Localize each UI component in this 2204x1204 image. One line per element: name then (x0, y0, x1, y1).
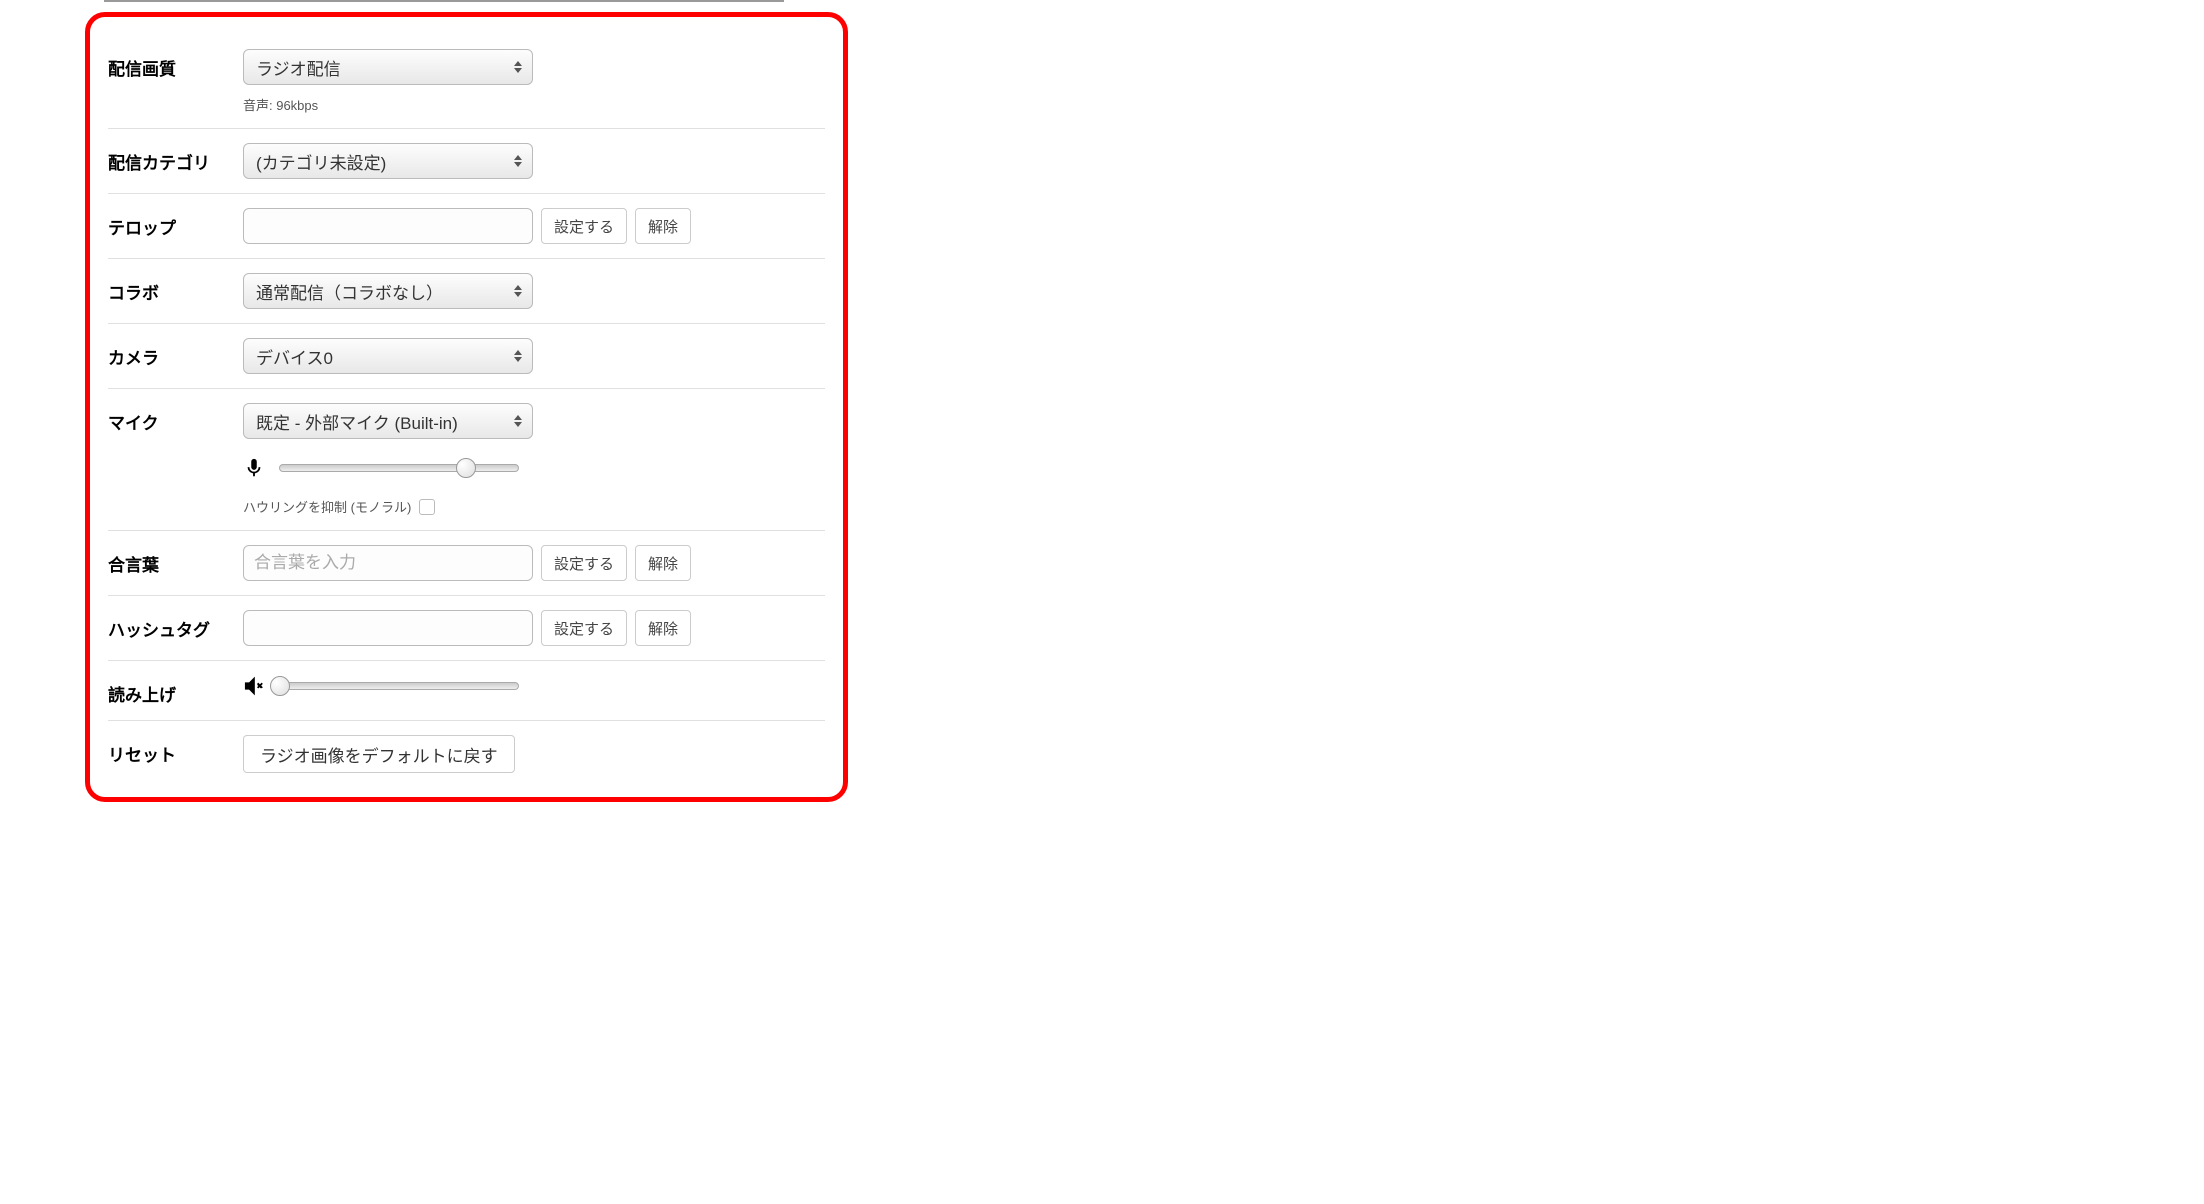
quality-label: 配信画質 (108, 49, 243, 80)
mic-select-value: 既定 - 外部マイク (Built-in) (256, 409, 458, 434)
divider-above (104, 0, 784, 2)
hashtag-clear-button[interactable]: 解除 (635, 610, 691, 646)
collab-select[interactable]: 通常配信（コラボなし） (243, 273, 533, 309)
camera-select-value: デバイス0 (256, 344, 333, 369)
hashtag-label: ハッシュタグ (108, 610, 243, 641)
row-password: 合言葉 設定する 解除 (108, 531, 825, 596)
mic-slider-thumb[interactable] (456, 458, 476, 478)
row-collab: コラボ 通常配信（コラボなし） (108, 259, 825, 324)
howling-suppression-label: ハウリングを抑制 (モノラル) (243, 497, 411, 516)
reset-radio-image-button[interactable]: ラジオ画像をデフォルトに戻す (243, 735, 515, 773)
readout-volume-slider[interactable] (279, 682, 519, 690)
collab-label: コラボ (108, 273, 243, 304)
quality-subtext: 音声: 96kbps (243, 95, 825, 114)
password-label: 合言葉 (108, 545, 243, 576)
readout-slider-thumb[interactable] (270, 676, 290, 696)
row-readout: 読み上げ (108, 661, 825, 721)
password-set-button[interactable]: 設定する (541, 545, 627, 581)
collab-select-value: 通常配信（コラボなし） (256, 279, 443, 304)
category-select-value: (カテゴリ未設定) (256, 149, 386, 174)
row-telop: テロップ 設定する 解除 (108, 194, 825, 259)
telop-label: テロップ (108, 208, 243, 239)
row-camera: カメラ デバイス0 (108, 324, 825, 389)
readout-label: 読み上げ (108, 675, 243, 706)
settings-panel-highlight: 配信画質 ラジオ配信 音声: 96kbps 配信カテゴリ (カテゴリ未設定) テ (85, 12, 848, 802)
chevron-updown-icon (514, 415, 522, 427)
telop-input[interactable] (243, 208, 533, 244)
password-clear-button[interactable]: 解除 (635, 545, 691, 581)
row-category: 配信カテゴリ (カテゴリ未設定) (108, 129, 825, 194)
category-label: 配信カテゴリ (108, 143, 243, 174)
telop-clear-button[interactable]: 解除 (635, 208, 691, 244)
speaker-mute-icon (243, 675, 265, 697)
hashtag-input[interactable] (243, 610, 533, 646)
quality-select[interactable]: ラジオ配信 (243, 49, 533, 85)
chevron-updown-icon (514, 155, 522, 167)
chevron-updown-icon (514, 350, 522, 362)
camera-label: カメラ (108, 338, 243, 369)
chevron-updown-icon (514, 61, 522, 73)
password-input[interactable] (243, 545, 533, 581)
reset-label: リセット (108, 735, 243, 766)
mic-label: マイク (108, 403, 243, 434)
row-hashtag: ハッシュタグ 設定する 解除 (108, 596, 825, 661)
mic-volume-slider[interactable] (279, 464, 519, 472)
howling-suppression-checkbox[interactable] (419, 499, 435, 515)
hashtag-set-button[interactable]: 設定する (541, 610, 627, 646)
row-quality: 配信画質 ラジオ配信 音声: 96kbps (108, 35, 825, 129)
microphone-icon (243, 457, 265, 479)
category-select[interactable]: (カテゴリ未設定) (243, 143, 533, 179)
mic-select[interactable]: 既定 - 外部マイク (Built-in) (243, 403, 533, 439)
telop-set-button[interactable]: 設定する (541, 208, 627, 244)
chevron-updown-icon (514, 285, 522, 297)
row-mic: マイク 既定 - 外部マイク (Built-in) ハウリングを抑制 (モノラル… (108, 389, 825, 531)
camera-select[interactable]: デバイス0 (243, 338, 533, 374)
row-reset: リセット ラジオ画像をデフォルトに戻す (108, 721, 825, 787)
quality-select-value: ラジオ配信 (256, 55, 341, 80)
